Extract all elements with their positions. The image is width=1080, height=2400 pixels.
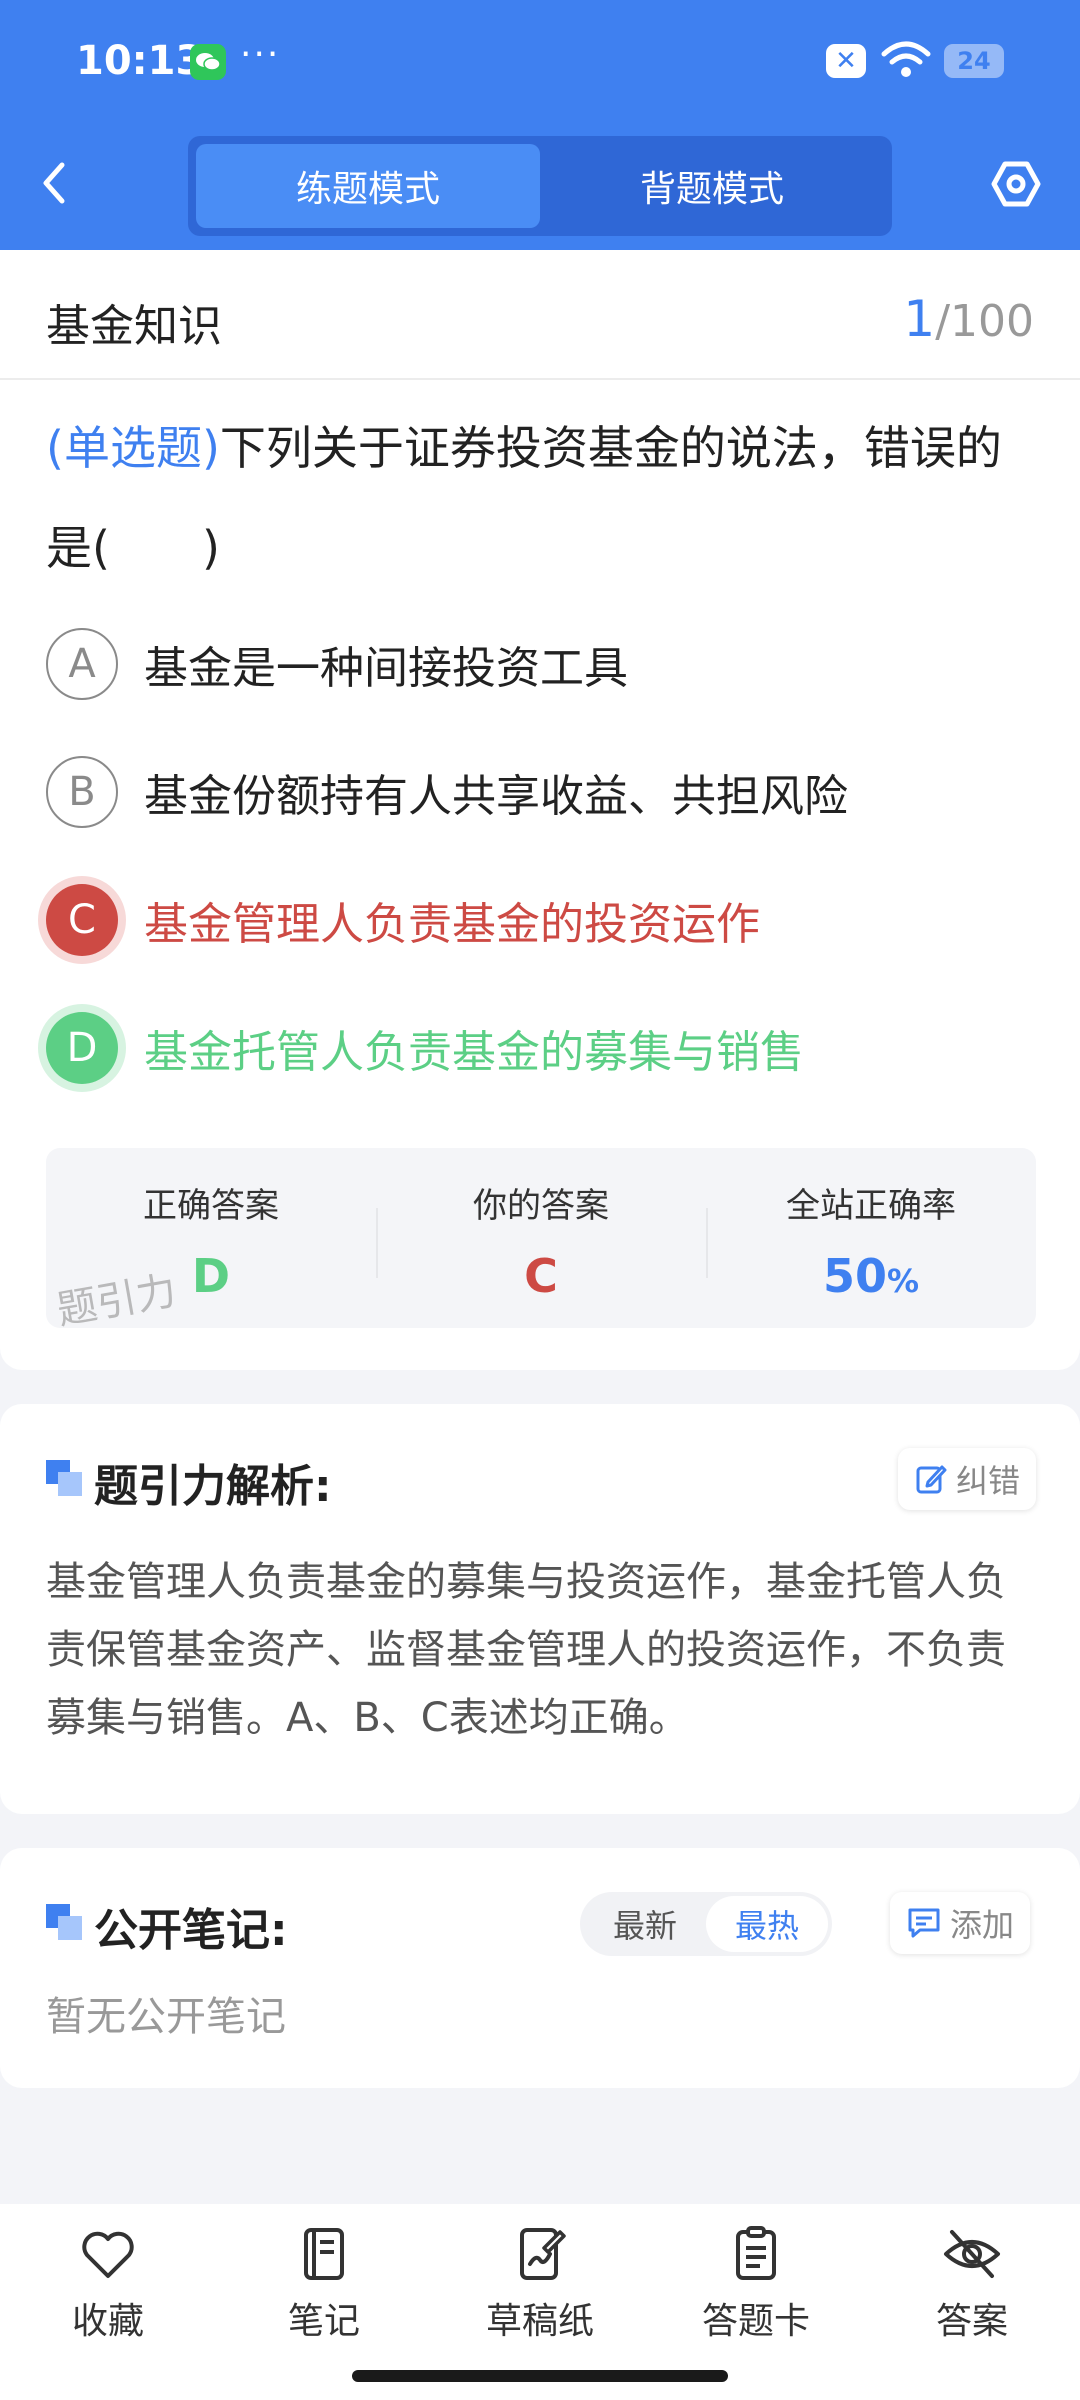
edit-icon — [916, 1465, 947, 1494]
notes-button[interactable]: 笔记 — [244, 2224, 404, 2344]
add-note-label: 添加 — [950, 1906, 1015, 1944]
accuracy-label: 全站正确率 — [786, 1186, 956, 1226]
tab-practice-mode[interactable]: 练题模式 — [196, 144, 540, 228]
show-answer-label: 答案 — [935, 2301, 1008, 2342]
section-icon — [46, 1460, 82, 1496]
correct-answer-label: 正确答案 — [143, 1186, 279, 1226]
draft-paper-icon — [520, 2228, 566, 2280]
question-type: (单选题) — [46, 421, 220, 475]
answer-sheet-label: 答题卡 — [701, 2301, 810, 2342]
accuracy-value: 50% — [823, 1249, 919, 1303]
section-icon — [46, 1904, 82, 1940]
favorite-button[interactable]: 收藏 — [28, 2224, 188, 2344]
your-answer-col: 你的答案 C — [376, 1148, 706, 1328]
correct-answer-value: D — [191, 1249, 231, 1303]
option-text: 基金管理人负责基金的投资运作 — [144, 899, 760, 950]
option-text: 基金托管人负责基金的募集与销售 — [144, 1027, 804, 1078]
wechat-icon — [190, 44, 226, 80]
option-d[interactable]: D 基金托管人负责基金的募集与销售 — [46, 1010, 804, 1086]
answer-sheet-icon — [736, 2226, 776, 2280]
notebook-icon — [304, 2228, 344, 2280]
notes-label: 笔记 — [287, 2301, 360, 2342]
total-questions: /100 — [935, 296, 1034, 347]
accuracy-col: 全站正确率 50% — [706, 1148, 1036, 1328]
eye-off-icon — [944, 2230, 1000, 2278]
sort-latest[interactable]: 最新 — [584, 1896, 706, 1952]
option-c[interactable]: C 基金管理人负责基金的投资运作 — [46, 882, 760, 958]
report-error-label: 纠错 — [956, 1462, 1021, 1500]
answer-sheet-button[interactable]: 答题卡 — [676, 2224, 836, 2344]
battery-icon: 24 — [944, 44, 1004, 78]
divider — [0, 378, 1080, 380]
subject-title: 基金知识 — [46, 301, 222, 352]
option-letter: C — [46, 884, 118, 956]
no-sim-icon: ✕ — [826, 44, 866, 78]
show-answer-button[interactable]: 答案 — [892, 2224, 1052, 2344]
wifi-icon — [880, 40, 932, 84]
option-letter: D — [46, 1012, 118, 1084]
notes-title: 公开笔记: — [94, 1905, 288, 1956]
answer-summary: 正确答案 D 你的答案 C 全站正确率 50% — [46, 1148, 1036, 1328]
more-notifications-icon: ··· — [240, 34, 281, 75]
mode-switch: 练题模式 背题模式 — [188, 136, 892, 236]
empty-notes-text: 暂无公开笔记 — [46, 1994, 286, 2040]
add-note-button[interactable]: 添加 — [890, 1892, 1031, 1954]
favorite-label: 收藏 — [71, 2301, 144, 2342]
draft-paper-label: 草稿纸 — [485, 2301, 594, 2342]
notes-card — [0, 1848, 1080, 2088]
home-indicator[interactable] — [352, 2370, 728, 2382]
back-button[interactable] — [40, 158, 90, 208]
question-progress: 1/100 — [903, 290, 1034, 348]
option-letter: A — [46, 628, 118, 700]
current-question-number: 1 — [903, 290, 936, 348]
report-error-button[interactable]: 纠错 — [898, 1448, 1037, 1510]
option-a[interactable]: A 基金是一种间接投资工具 — [46, 626, 628, 702]
accuracy-number: 50 — [822, 1249, 887, 1303]
draft-paper-button[interactable]: 草稿纸 — [460, 2224, 620, 2344]
accuracy-unit: % — [886, 1262, 920, 1300]
option-b[interactable]: B 基金份额持有人共享收益、共担风险 — [46, 754, 848, 830]
heart-icon — [82, 2231, 134, 2278]
option-text: 基金份额持有人共享收益、共担风险 — [144, 771, 848, 822]
analysis-title: 题引力解析: — [94, 1461, 332, 1512]
question-text: (单选题)下列关于证券投资基金的说法，错误的是( ) — [46, 398, 1036, 598]
option-letter: B — [46, 756, 118, 828]
your-answer-value: C — [524, 1249, 558, 1303]
sort-hottest[interactable]: 最热 — [706, 1896, 828, 1952]
option-text: 基金是一种间接投资工具 — [144, 643, 628, 694]
your-answer-label: 你的答案 — [473, 1186, 609, 1226]
analysis-text: 基金管理人负责基金的募集与投资运作，基金托管人负责保管基金资产、监督基金管理人的… — [46, 1559, 1006, 1741]
notes-sort-switch: 最新 最热 — [580, 1892, 832, 1956]
status-time: 10:13 — [76, 38, 204, 84]
settings-icon[interactable] — [990, 158, 1042, 210]
comment-icon — [908, 1908, 940, 1938]
tab-memorize-mode[interactable]: 背题模式 — [540, 144, 884, 228]
